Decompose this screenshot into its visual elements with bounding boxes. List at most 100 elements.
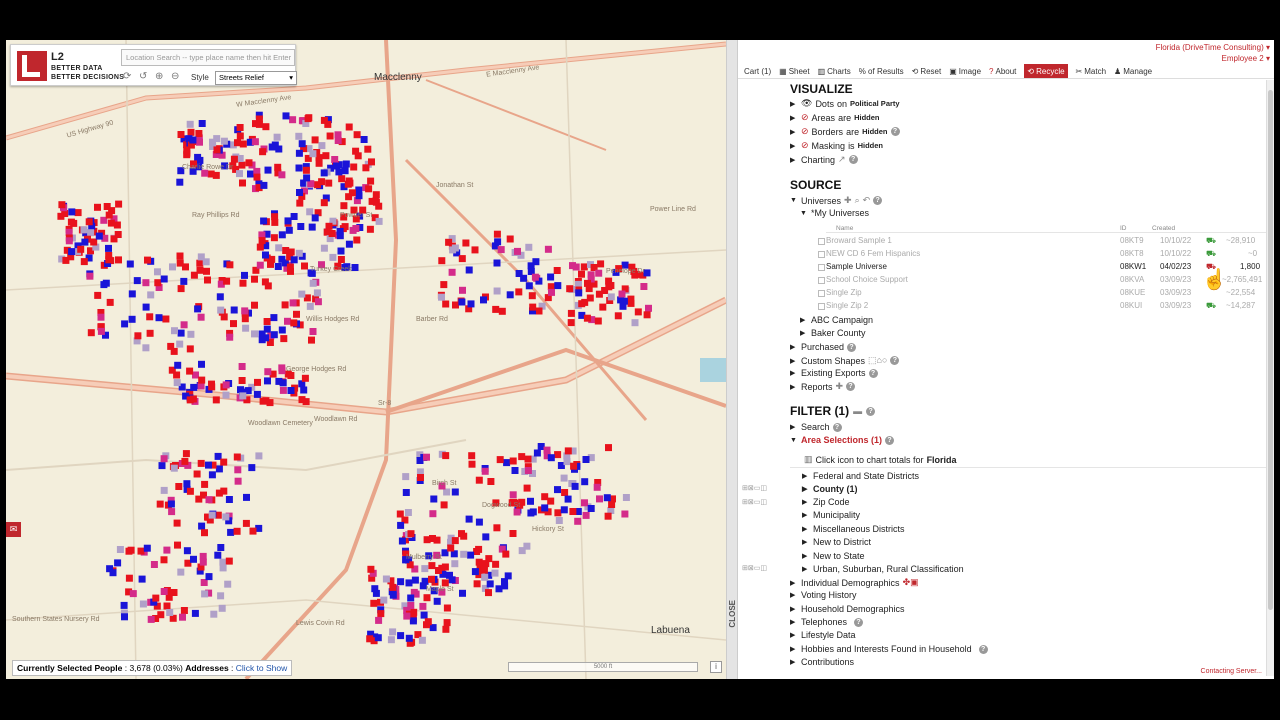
voter-dot	[285, 226, 293, 234]
universe-row[interactable]: School Choice Support 08KVA 03/09/23 ~2,765…	[818, 274, 1266, 287]
map-view[interactable]: Macclenny Labuena US Highway 90 W Maccle…	[6, 40, 726, 679]
universe-group-abc[interactable]: ▶ ABC Campaign	[800, 315, 873, 325]
voter-dot	[438, 293, 445, 301]
visualize-charting[interactable]: ▶ Charting ↗?	[790, 154, 858, 165]
voter-dot	[459, 286, 466, 294]
visualize-areas[interactable]: ▶ ⊘ Areas are Hidden	[790, 112, 880, 123]
reset-button[interactable]: ⟲ Reset	[912, 64, 942, 78]
hidden-eye-icon: ⊘	[801, 140, 809, 150]
match-button[interactable]: ✂ Match	[1076, 64, 1107, 78]
charts-button[interactable]: ▥ Charts	[818, 64, 851, 78]
refresh-icon[interactable]: ⟳	[123, 71, 131, 82]
universe-row[interactable]: Broward Sample 1 08KT9 10/10/22 ⛟ ~28,910	[818, 235, 1266, 248]
voter-dot	[150, 561, 158, 568]
filter-lifestyle-data[interactable]: ▶ Lifestyle Data	[790, 630, 856, 640]
area-item[interactable]: ▶ New to District	[802, 537, 871, 547]
universe-group-baker[interactable]: ▶ Baker County	[800, 328, 866, 338]
voter-dot	[501, 582, 509, 590]
visualize-masking[interactable]: ▶ ⊘ Masking is Hidden	[790, 140, 883, 151]
image-button[interactable]: ▣ Image	[949, 64, 981, 78]
voter-dot	[314, 298, 322, 306]
scrollbar-thumb[interactable]	[1268, 90, 1273, 610]
my-universes-toggle[interactable]: ▼ *My Universes	[800, 208, 869, 218]
area-item[interactable]: ▶ Municipality	[802, 510, 860, 520]
universe-row[interactable]: NEW CD 6 Fem Hispanics 08KT8 10/10/22 ⛟ ~0	[818, 248, 1266, 261]
search-toggle[interactable]: ▶ Search?	[790, 422, 842, 432]
voter-dot	[328, 230, 336, 237]
visualize-dots[interactable]: ▶ 👁 Dots on Political Party	[790, 98, 900, 109]
expand-icon: ▶	[790, 156, 796, 164]
sheet-button[interactable]: ▦ Sheet	[779, 64, 809, 78]
filter-voting-history[interactable]: ▶ Voting History	[790, 590, 857, 600]
click-to-show-link[interactable]: Click to Show	[236, 663, 288, 673]
custom-shapes-toggle[interactable]: ▶ Custom Shapes ⬚⌂○?	[790, 355, 900, 366]
account-info[interactable]: Florida (DriveTime Consulting) ▾ Employe…	[1156, 42, 1270, 64]
voter-dot	[430, 495, 438, 503]
about-button[interactable]: ? About	[989, 64, 1016, 78]
voter-dot	[233, 527, 241, 535]
voter-dot	[65, 237, 73, 245]
reports-toggle[interactable]: ▶ Reports ✚?	[790, 381, 856, 392]
existing-exports-toggle[interactable]: ▶ Existing Exports?	[790, 368, 878, 378]
percent-results-button[interactable]: % of Results	[859, 64, 904, 78]
chart-totals-hint[interactable]: ▥ Click icon to chart totals for Florida	[804, 454, 957, 465]
universe-row[interactable]: Single Zip 08KUE 03/09/23 ~22,554	[818, 287, 1266, 300]
expand-icon: ▶	[802, 539, 808, 546]
area-item[interactable]: ▶ New to State	[802, 551, 865, 561]
area-item[interactable]: ▶ Federal and State Districts	[802, 471, 919, 481]
area-selections-toggle[interactable]: ▼ Area Selections (1)?	[790, 435, 895, 445]
sheet-icon: ▦	[779, 66, 787, 76]
voter-dot	[587, 505, 595, 512]
expand-icon: ▶	[800, 317, 806, 324]
voter-dot	[355, 192, 363, 200]
voter-dot	[353, 236, 361, 244]
voter-dot	[170, 464, 178, 472]
voter-dot	[298, 140, 306, 148]
manage-button[interactable]: ♟ Manage	[1114, 64, 1152, 78]
voter-dot	[290, 256, 298, 264]
road-label: Sr-8	[378, 400, 392, 407]
area-item[interactable]: ▶ County (1)	[802, 484, 858, 494]
panel-splitter[interactable]: CLOSE	[726, 40, 738, 679]
zoom-in-icon[interactable]: ⊕	[155, 71, 163, 82]
filter-individual-demographics[interactable]: ▶ Individual Demographics ✤▣	[790, 577, 919, 588]
area-row-icons[interactable]: ⊞⊠▭◫	[742, 564, 767, 572]
area-item[interactable]: ▶ Miscellaneous Districts	[802, 524, 905, 534]
voter-dot	[105, 244, 112, 252]
voter-dot	[137, 547, 145, 555]
universe-row[interactable]: Sample Universe 08KW1 04/02/23 ⛟ 1,800	[818, 261, 1266, 274]
area-row-icons[interactable]: ⊞⊠▭◫	[742, 498, 767, 506]
purchased-toggle[interactable]: ▶ Purchased?	[790, 342, 857, 352]
style-select[interactable]: Streets Relief ▾	[215, 71, 297, 85]
universe-row[interactable]: Single Zip 2 08KUI 03/09/23 ⛟ ~14,287	[818, 300, 1266, 313]
info-icon[interactable]: i	[710, 661, 722, 673]
voter-dot	[398, 537, 406, 545]
voter-dot	[486, 580, 494, 588]
cart-button[interactable]: Cart (1)	[744, 64, 771, 78]
voter-dot	[284, 217, 292, 225]
undo-icon[interactable]: ↺	[139, 71, 147, 82]
voter-dot	[81, 238, 89, 246]
area-item[interactable]: ▶ Urban, Suburban, Rural Classification	[802, 564, 964, 574]
panel-scrollbar[interactable]	[1266, 80, 1274, 676]
voter-dot	[108, 207, 116, 215]
voter-dot	[177, 329, 185, 337]
filter-telephones[interactable]: ▶ Telephones?	[790, 617, 864, 627]
area-item[interactable]: ▶ Zip Code	[802, 497, 850, 507]
voter-dot	[575, 289, 583, 297]
place-label-macclenny: Macclenny	[374, 72, 422, 83]
voter-dot	[121, 613, 128, 621]
filter-hobbies[interactable]: ▶ Hobbies and Interests Found in Househol…	[790, 644, 988, 654]
voter-dot	[189, 136, 197, 144]
recycle-button[interactable]: ⟲ Recycle	[1024, 64, 1068, 78]
filter-contributions[interactable]: ▶ Contributions	[790, 657, 854, 667]
feedback-icon[interactable]: ✉	[6, 522, 21, 537]
location-search-input[interactable]: Location Search -- type place name then …	[121, 49, 295, 66]
filter-household-demographics[interactable]: ▶ Household Demographics	[790, 604, 905, 614]
voter-dot	[418, 636, 426, 644]
universes-toggle[interactable]: ▼ Universes ✚ ⌕ ↶?	[790, 195, 883, 206]
zoom-out-icon[interactable]: ⊖	[171, 71, 179, 82]
visualize-borders[interactable]: ▶ ⊘ Borders are Hidden?	[790, 126, 900, 137]
close-panel-tab[interactable]: CLOSE	[728, 600, 737, 628]
area-row-icons[interactable]: ⊞⊠▭◫	[742, 484, 767, 492]
